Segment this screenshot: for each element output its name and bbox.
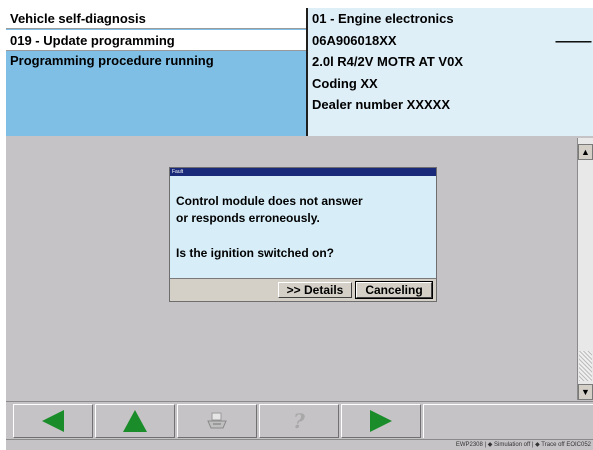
scroll-up-button[interactable]: ▲ <box>578 144 593 160</box>
header: Vehicle self-diagnosis 019 - Update prog… <box>6 8 593 136</box>
dialog-title: Fault <box>170 168 436 176</box>
forward-arrow-icon <box>370 410 392 432</box>
part-number: 06A906018XX <box>312 33 397 48</box>
help-icon: ? <box>293 409 305 433</box>
bottom-toolbar: ? <box>6 401 593 440</box>
dealer-number: Dealer number XXXXX <box>312 97 450 112</box>
coding-value: Coding XX <box>312 76 378 91</box>
back-button[interactable] <box>13 404 93 438</box>
chevron-up-icon: ▲ <box>581 147 590 157</box>
status-bar: EWP2308 | ◆ Simulation off | ◆ Trace off… <box>6 439 593 450</box>
toolbar-empty-area <box>423 404 593 438</box>
window-title: Vehicle self-diagnosis <box>6 8 306 29</box>
vertical-scrollbar[interactable]: ▲ ▼ <box>577 138 593 400</box>
part-dashes: ------------ <box>555 34 592 48</box>
ecu-label: 01 - Engine electronics <box>312 11 454 26</box>
main-area: Fault Control module does not answer or … <box>6 138 577 400</box>
scroll-thumb[interactable] <box>579 351 592 381</box>
up-button[interactable] <box>95 404 175 438</box>
help-button[interactable]: ? <box>259 404 339 438</box>
print-button[interactable] <box>177 404 257 438</box>
cancel-button[interactable]: Canceling <box>355 281 433 299</box>
diagnosis-window: Vehicle self-diagnosis 019 - Update prog… <box>6 8 593 450</box>
dialog-question: Is the ignition switched on? <box>176 246 334 260</box>
dialog-message-line2: or responds erroneously. <box>176 211 320 225</box>
dialog-message-line1: Control module does not answer <box>176 194 363 208</box>
chevron-down-icon: ▼ <box>581 387 590 397</box>
back-arrow-icon <box>42 410 64 432</box>
header-left-panel: Vehicle self-diagnosis 019 - Update prog… <box>6 8 308 136</box>
forward-button[interactable] <box>341 404 421 438</box>
fault-dialog: Fault Control module does not answer or … <box>169 167 437 302</box>
function-title: 019 - Update programming <box>6 30 306 51</box>
details-button[interactable]: >> Details <box>278 282 352 298</box>
engine-description: 2.0l R4/2V MOTR AT V0X <box>312 54 463 69</box>
printer-icon <box>207 412 227 429</box>
header-right-panel: 01 - Engine electronics 06A906018XX ----… <box>308 8 593 136</box>
status-text: Programming procedure running <box>10 53 214 68</box>
dialog-body: Control module does not answer or respon… <box>170 176 436 279</box>
up-arrow-icon <box>123 410 147 432</box>
scroll-down-button[interactable]: ▼ <box>578 384 593 400</box>
